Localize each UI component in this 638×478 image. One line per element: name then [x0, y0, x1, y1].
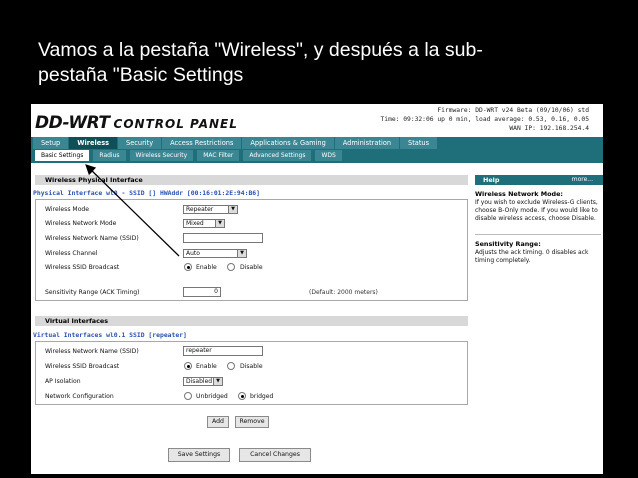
add-button[interactable]: Add [207, 416, 229, 428]
ap-isolation-value: Disabled [186, 378, 213, 385]
ssid-input[interactable] [183, 233, 263, 243]
help-sensitivity-text: Adjusts the ack timing. 0 disables ack t… [475, 249, 589, 264]
header-bar: DD-WRT CONTROL PANEL Firmware: DD-WRT v24… [31, 104, 603, 137]
help-divider [475, 234, 601, 235]
slide-title: Vamos a la pestaña "Wireless", y después… [38, 38, 618, 88]
uptime-text: Time: 09:32:06 up 0 min, load average: 0… [380, 116, 589, 123]
broadcast-enable-label: Enable [196, 264, 217, 271]
main-nav: Setup Wireless Security Access Restricti… [31, 137, 603, 149]
virtual-broadcast-enable-radio[interactable] [184, 362, 192, 370]
virtual-interface-label: Virtual Interfaces wl0.1 SSID [repeater] [33, 331, 187, 339]
firmware-text: Firmware: DD-WRT v24 Beta (09/10/06) std [437, 107, 589, 114]
sensitivity-hint: (Default: 2000 meters) [309, 289, 378, 296]
virtual-broadcast-disable-label: Disable [240, 363, 263, 370]
network-mode-select[interactable]: Mixed ▼ [183, 219, 225, 228]
tab-wireless[interactable]: Wireless [69, 137, 119, 149]
virtual-broadcast-label: Wireless SSID Broadcast [45, 363, 120, 370]
broadcast-disable-radio[interactable] [227, 263, 235, 271]
ap-isolation-select[interactable]: Disabled ▼ [183, 377, 223, 386]
slide-title-line-1: Vamos a la pestaña "Wireless", y después… [38, 39, 483, 61]
sensitivity-input[interactable]: 0 [183, 287, 221, 297]
chevron-down-icon: ▼ [215, 220, 224, 227]
virtual-ssid-input[interactable]: repeater [183, 346, 263, 356]
broadcast-disable-label: Disable [240, 264, 263, 271]
router-status-info: Firmware: DD-WRT v24 Beta (09/10/06) std… [380, 106, 589, 133]
cancel-changes-button[interactable]: Cancel Changes [239, 448, 311, 462]
unbridged-label: Unbridged [196, 393, 228, 400]
virtual-section-title: Virtual Interfaces [35, 316, 468, 326]
virtual-broadcast-enable-label: Enable [196, 363, 217, 370]
ssid-label: Wireless Network Name (SSID) [45, 235, 139, 242]
logo-subtitle: CONTROL PANEL [113, 117, 238, 131]
help-panel: Help more... Wireless Network Mode: If y… [475, 165, 603, 474]
help-more-link[interactable]: more... [572, 176, 593, 183]
subtab-wds[interactable]: WDS [315, 150, 342, 161]
save-settings-button[interactable]: Save Settings [168, 448, 230, 462]
bridged-radio[interactable] [238, 392, 246, 400]
tab-administration[interactable]: Administration [334, 137, 401, 149]
main-content: Wireless Physical Interface Physical Int… [31, 165, 471, 474]
tab-security[interactable]: Security [118, 137, 163, 149]
subtab-mac-filter[interactable]: MAC Filter [197, 150, 240, 161]
ssid-broadcast-label: Wireless SSID Broadcast [45, 264, 120, 271]
subtab-basic-settings[interactable]: Basic Settings [35, 150, 90, 161]
help-mode-text: If you wish to exclude Wireless-G client… [475, 199, 598, 222]
sensitivity-label: Sensitivity Range (ACK Timing) [45, 289, 140, 296]
channel-label: Wireless Channel [45, 250, 98, 257]
sub-nav: Basic Settings Radius Wireless Security … [31, 149, 603, 163]
help-sensitivity-title: Sensitivity Range: [475, 240, 541, 248]
subtab-radius[interactable]: Radius [93, 150, 126, 161]
wireless-mode-select[interactable]: Repeater ▼ [183, 205, 238, 214]
network-mode-label: Wireless Network Mode [45, 220, 117, 227]
virtual-ssid-label: Wireless Network Name (SSID) [45, 348, 139, 355]
ap-isolation-label: AP Isolation [45, 378, 81, 385]
tab-setup[interactable]: Setup [33, 137, 70, 149]
wan-ip-text: WAN IP: 192.168.254.4 [509, 125, 589, 132]
broadcast-enable-radio[interactable] [184, 263, 192, 271]
chevron-down-icon: ▼ [213, 378, 222, 385]
channel-select[interactable]: Auto ▼ [183, 249, 247, 258]
unbridged-radio[interactable] [184, 392, 192, 400]
remove-button[interactable]: Remove [235, 416, 269, 428]
chevron-down-icon: ▼ [237, 250, 246, 257]
subtab-wireless-security[interactable]: Wireless Security [129, 150, 194, 161]
tab-status[interactable]: Status [400, 137, 439, 149]
help-header: Help more... [475, 175, 603, 185]
slide-title-line-2: pestaña "Basic Settings [38, 64, 244, 86]
chevron-down-icon: ▼ [228, 206, 237, 213]
network-config-label: Network Configuration [45, 393, 114, 400]
channel-value: Auto [186, 250, 200, 257]
router-control-panel: DD-WRT CONTROL PANEL Firmware: DD-WRT v24… [31, 104, 603, 474]
help-mode-title: Wireless Network Mode: [475, 190, 563, 198]
physical-section-title: Wireless Physical Interface [35, 175, 468, 185]
logo: DD-WRT CONTROL PANEL [35, 113, 238, 133]
wireless-mode-label: Wireless Mode [45, 206, 90, 213]
bridged-label: bridged [250, 393, 274, 400]
subtab-advanced-settings[interactable]: Advanced Settings [243, 150, 312, 161]
virtual-broadcast-disable-radio[interactable] [227, 362, 235, 370]
network-mode-value: Mixed [186, 220, 204, 227]
physical-interface-frame [35, 199, 468, 301]
help-title: Help [483, 176, 500, 184]
logo-brand: DD-WRT [35, 113, 110, 133]
tab-applications-gaming[interactable]: Applications & Gaming [242, 137, 335, 149]
wireless-mode-value: Repeater [186, 206, 214, 213]
tab-access-restrictions[interactable]: Access Restrictions [162, 137, 243, 149]
physical-interface-label: Physical Interface wl0 - SSID [] HWAddr … [33, 189, 261, 197]
